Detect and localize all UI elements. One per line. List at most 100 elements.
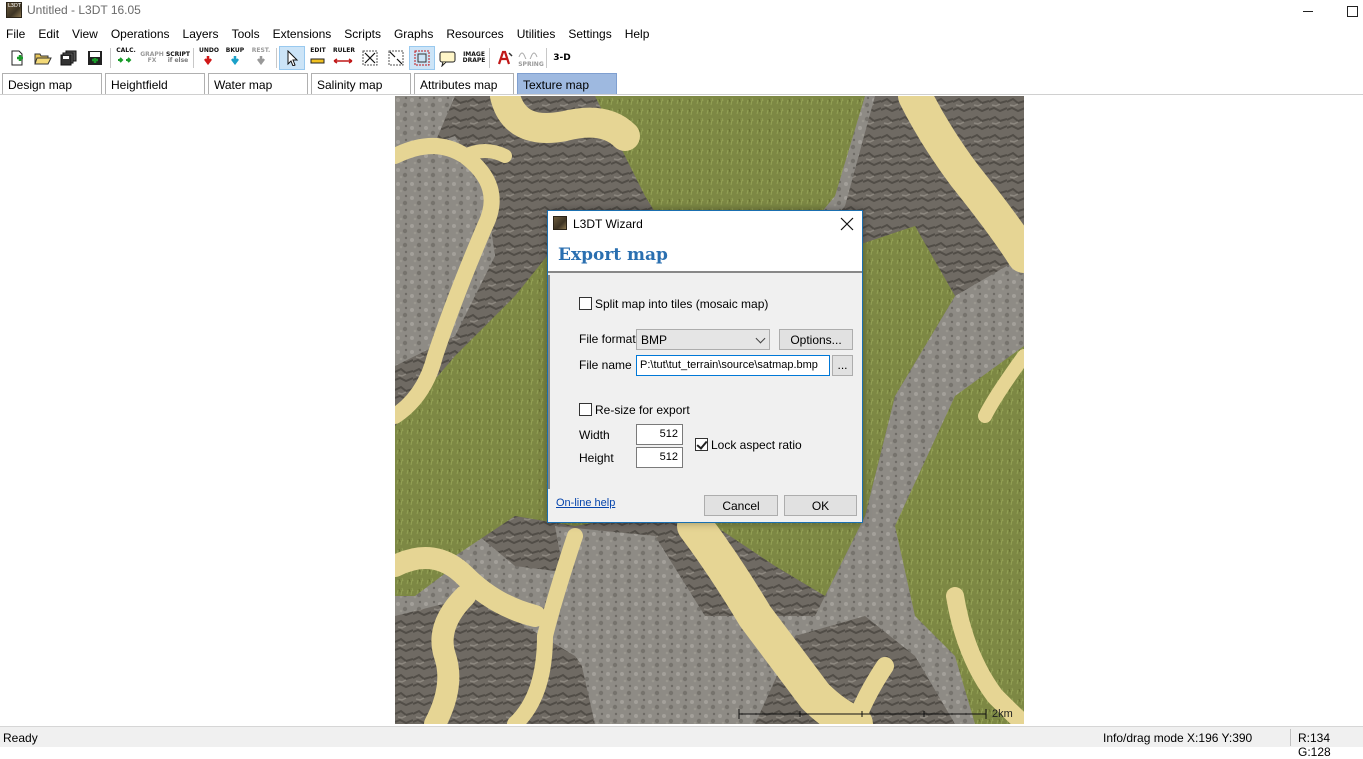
menu-view[interactable]: View (66, 24, 105, 44)
save-button[interactable] (82, 46, 108, 70)
file-name-label: File name (579, 358, 632, 372)
letter-a-icon (497, 50, 513, 65)
tab-heightfield[interactable]: Heightfield (105, 73, 205, 94)
cursor-icon (287, 50, 299, 66)
ruler-icon (333, 58, 353, 64)
calc-button[interactable]: CALC. (113, 46, 139, 70)
width-label: Width (579, 428, 610, 442)
undo-button[interactable]: UNDO (196, 46, 222, 70)
toolbar-separator (489, 48, 490, 68)
graph-fx-button[interactable]: GRAPH FX (139, 46, 165, 70)
drape-label: DRAPE (462, 57, 486, 64)
menu-extensions[interactable]: Extensions (267, 24, 339, 44)
menu-layers[interactable]: Layers (177, 24, 226, 44)
select-tool-button[interactable] (279, 46, 305, 70)
resize-label: Re-size for export (595, 403, 690, 417)
spring-button[interactable]: SPRING (518, 46, 544, 70)
height-input[interactable]: 512 (636, 447, 683, 468)
menu-utilities[interactable]: Utilities (511, 24, 563, 44)
edit-label: EDIT (310, 47, 326, 54)
tab-attributes-map[interactable]: Attributes map (414, 73, 514, 94)
tooltip-button[interactable] (435, 46, 461, 70)
image-drape-button[interactable]: IMAGE DRAPE (461, 46, 487, 70)
backup-button[interactable]: BKUP (222, 46, 248, 70)
texture-tool-button[interactable] (492, 46, 518, 70)
app-icon-text: L3DT (8, 3, 21, 9)
file-format-select[interactable]: BMP (636, 329, 770, 350)
script-button[interactable]: SCRIPT if else (165, 46, 191, 70)
height-label: Height (579, 451, 614, 465)
tab-texture-map[interactable]: Texture map (517, 73, 617, 94)
export-map-dialog: L3DT Wizard Export map Split map into ti… (547, 210, 863, 523)
menu-help[interactable]: Help (619, 24, 657, 44)
toolbar-separator (110, 48, 111, 68)
fit-view-icon (414, 50, 430, 66)
dialog-footer: On-line help Cancel OK (548, 489, 862, 522)
menu-edit[interactable]: Edit (32, 24, 66, 44)
zoom-select-button[interactable] (383, 46, 409, 70)
edit-tool-button[interactable]: EDIT (305, 46, 331, 70)
graph-fx-icon: GRAPH FX (140, 52, 164, 64)
tab-divider (0, 94, 1363, 95)
options-button[interactable]: Options... (779, 329, 853, 350)
cancel-button[interactable]: Cancel (704, 495, 778, 516)
menu-operations[interactable]: Operations (105, 24, 177, 44)
restore-button[interactable]: REST. (248, 46, 274, 70)
toolbar-separator (193, 48, 194, 68)
menu-settings[interactable]: Settings (562, 24, 618, 44)
spring-icon (518, 52, 538, 62)
menu-tools[interactable]: Tools (226, 24, 267, 44)
spring-label: SPRING (518, 61, 544, 68)
minimize-button[interactable] (1286, 0, 1330, 22)
new-file-button[interactable] (4, 46, 30, 70)
tab-water-map[interactable]: Water map (208, 73, 308, 94)
online-help-link[interactable]: On-line help (556, 497, 615, 509)
map-tabs: Design map Heightfield Water map Salinit… (0, 73, 1363, 95)
save-all-icon (60, 50, 77, 66)
restore-label: REST. (251, 47, 271, 54)
dialog-title: L3DT Wizard (573, 217, 643, 231)
script-icon: SCRIPT if else (166, 52, 190, 64)
menu-resources[interactable]: Resources (440, 24, 510, 44)
lock-aspect-label: Lock aspect ratio (711, 438, 802, 452)
toolbar-separator (546, 48, 547, 68)
status-bar: Ready Info/drag mode X:196 Y:390 R:134 G… (0, 726, 1363, 759)
open-file-button[interactable] (30, 46, 56, 70)
image-drape-icon: IMAGE DRAPE (463, 52, 486, 64)
dialog-panel: Split map into tiles (mosaic map) File f… (548, 275, 862, 489)
width-input[interactable]: 512 (636, 424, 683, 445)
three-d-label: 3-D (553, 53, 571, 63)
file-name-input[interactable]: P:\tut\tut_terrain\source\satmap.bmp (636, 355, 830, 376)
expand-icon (362, 50, 378, 66)
restore-icon (256, 56, 265, 66)
tab-design-map[interactable]: Design map (2, 73, 102, 94)
undo-icon (204, 56, 212, 66)
toolbar: CALC. GRAPH FX SCRIPT if else UNDO BKUP RE… (0, 45, 1363, 71)
maximize-button[interactable] (1330, 0, 1363, 22)
dialog-titlebar: L3DT Wizard (548, 211, 862, 237)
resize-checkbox[interactable] (579, 403, 592, 416)
three-d-view-button[interactable]: 3-D (549, 46, 575, 70)
tab-salinity-map[interactable]: Salinity map (311, 73, 411, 94)
status-color: R:134 G:128 (1298, 731, 1331, 759)
split-tiles-checkbox[interactable] (579, 297, 592, 310)
close-icon[interactable] (838, 215, 856, 233)
chevron-down-icon (755, 333, 766, 344)
backup-icon (230, 56, 239, 66)
save-all-button[interactable] (56, 46, 82, 70)
map-scale-bar (738, 709, 987, 719)
backup-label: BKUP (225, 47, 245, 54)
menu-scripts[interactable]: Scripts (338, 24, 388, 44)
menu-graphs[interactable]: Graphs (388, 24, 440, 44)
ok-button[interactable]: OK (784, 495, 857, 516)
menu-file[interactable]: File (0, 24, 32, 44)
lock-aspect-checkbox[interactable] (695, 438, 708, 451)
menu-bar: File Edit View Operations Layers Tools E… (0, 24, 1363, 44)
zoom-extents-button[interactable] (357, 46, 383, 70)
ruler-tool-button[interactable]: RULER (331, 46, 357, 70)
wizard-icon (553, 216, 567, 230)
browse-button[interactable]: ... (832, 355, 853, 376)
window-title: Untitled - L3DT 16.05 (27, 3, 141, 17)
fit-view-button[interactable] (409, 46, 435, 70)
status-info: Info/drag mode X:196 Y:390 (1103, 731, 1253, 745)
